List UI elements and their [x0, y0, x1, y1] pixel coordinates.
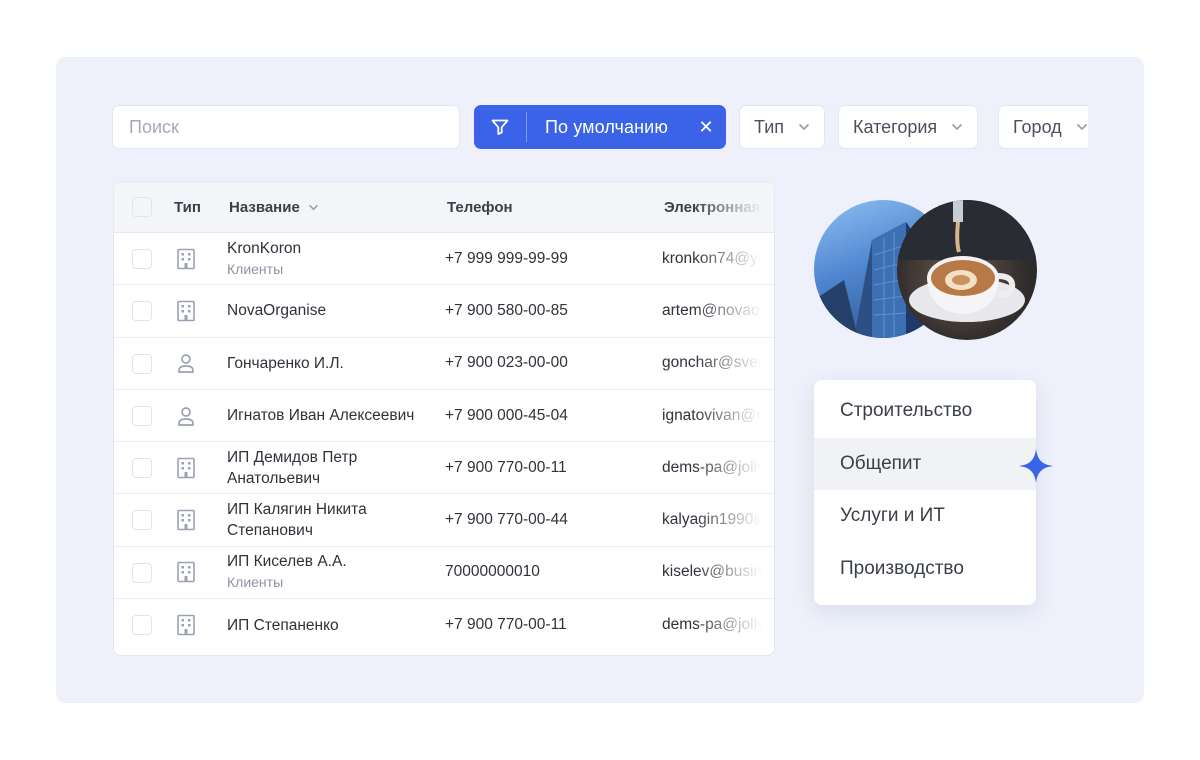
building-icon: [174, 233, 198, 284]
contacts-table: Тип Название Телефон Электронная KronKor…: [113, 181, 775, 656]
person-icon: [174, 390, 198, 441]
row-checkbox[interactable]: [132, 615, 152, 636]
coffee-latte-photo: [897, 200, 1037, 340]
category-menu: Строительство Общепит Услуги и ИТ Производс…: [814, 380, 1053, 605]
contact-subtitle: Степанович: [227, 522, 313, 540]
category-option[interactable]: Производство: [814, 543, 1036, 596]
contact-name: Гончаренко И.Л.: [227, 354, 344, 372]
contact-subtitle: Анатольевич: [227, 469, 321, 487]
phone-cell: +7 900 770-00-11: [445, 616, 567, 634]
category-dropdown[interactable]: Категория: [838, 105, 979, 149]
building-icon: [174, 547, 198, 598]
email-cell: gonchar@sverl: [662, 354, 767, 372]
column-name[interactable]: Название: [229, 182, 319, 233]
contact-name-cell[interactable]: Игнатов Иван Алексеевич: [227, 390, 414, 441]
email-cell: ignatovivan@m: [662, 406, 770, 424]
contact-name: ИП Степаненко: [227, 616, 339, 634]
contact-name-cell[interactable]: ИП Степаненко: [227, 599, 339, 651]
column-phone: Телефон: [447, 199, 513, 216]
select-all-checkbox[interactable]: [132, 197, 152, 217]
contact-name-cell[interactable]: ИП Киселев А.А. Клиенты: [227, 547, 347, 598]
contact-subtitle: Клиенты: [227, 260, 284, 277]
sparkle-icon: [1017, 447, 1055, 485]
content-panel: По умолчанию ✕ Тип Категория Город Тип: [56, 57, 1144, 703]
building-icon: [174, 285, 198, 336]
building-icon: [174, 442, 198, 493]
email-cell: kiselev@busin: [662, 563, 763, 581]
email-cell: kronkon74@ya: [662, 249, 767, 267]
row-checkbox[interactable]: [132, 458, 152, 479]
type-dropdown[interactable]: Тип: [739, 105, 826, 149]
row-checkbox[interactable]: [132, 405, 152, 426]
person-icon: [174, 338, 198, 389]
city-dropdown-label: Город: [1013, 116, 1062, 137]
close-icon[interactable]: ✕: [686, 105, 726, 149]
column-type: Тип: [174, 199, 201, 216]
table-row[interactable]: ИП Демидов Петр Анатольевич +7 900 770-00-…: [114, 442, 774, 495]
chevron-down-icon: [1076, 121, 1088, 133]
row-checkbox[interactable]: [132, 249, 152, 269]
filter-label: По умолчанию: [545, 116, 668, 137]
contact-name: KronKoron: [227, 239, 302, 257]
table-row[interactable]: ИП Киселев А.А. Клиенты 70000000010 kiselev…: [114, 546, 774, 600]
phone-cell: +7 999 999-99-99: [445, 249, 568, 267]
category-option[interactable]: Общепит: [814, 437, 1036, 490]
email-cell: dems-pa@jollyv: [662, 616, 773, 634]
contact-name: ИП Калягин Никита: [227, 501, 367, 519]
contact-name-cell[interactable]: NovaOrganise: [227, 285, 326, 336]
contact-name-cell[interactable]: Гончаренко И.Л.: [227, 338, 344, 389]
chevron-down-icon: [308, 204, 319, 211]
table-row[interactable]: ИП Калягин Никита Степанович +7 900 770-00…: [114, 494, 774, 547]
table-row[interactable]: Гончаренко И.Л. +7 900 023-00-00 gonchar@s…: [114, 337, 774, 390]
email-cell: kalyagin1990@: [662, 511, 770, 529]
contact-name-cell[interactable]: KronKoron Клиенты: [227, 233, 301, 284]
category-option[interactable]: Услуги и ИТ: [814, 490, 1036, 543]
contact-subtitle: Клиенты: [227, 574, 284, 591]
chevron-down-icon: [951, 121, 963, 133]
table-row[interactable]: ИП Степаненко +7 900 770-00-11 dems-pa@jol…: [114, 599, 774, 652]
phone-cell: +7 900 000-45-04: [445, 406, 568, 424]
column-email: Электронная: [664, 199, 761, 216]
building-icon: [174, 494, 198, 545]
table-header: Тип Название Телефон Электронная: [114, 182, 774, 233]
row-checkbox[interactable]: [132, 510, 152, 531]
table-row[interactable]: NovaOrganise +7 900 580-00-85 artem@novaor: [114, 285, 774, 338]
city-dropdown[interactable]: Город: [998, 105, 1088, 149]
category-dropdown-label: Категория: [853, 116, 938, 137]
row-checkbox[interactable]: [132, 562, 152, 583]
contact-name: ИП Демидов Петр: [227, 448, 358, 466]
column-name-label: Название: [229, 199, 300, 216]
chevron-down-icon: [798, 121, 810, 133]
funnel-icon: [474, 105, 526, 149]
phone-cell: +7 900 580-00-85: [445, 301, 568, 319]
contact-name: ИП Киселев А.А.: [227, 553, 347, 571]
email-cell: artem@novaor: [662, 301, 765, 319]
category-option[interactable]: Строительство: [814, 385, 1036, 438]
row-checkbox[interactable]: [132, 353, 152, 374]
building-icon: [174, 599, 198, 651]
contact-name-cell[interactable]: ИП Калягин Никита Степанович: [227, 494, 367, 545]
contact-name-cell[interactable]: ИП Демидов Петр Анатольевич: [227, 442, 357, 493]
table-row[interactable]: Игнатов Иван Алексеевич +7 900 000-45-04 i…: [114, 389, 774, 443]
phone-cell: +7 900 023-00-00: [445, 354, 568, 372]
phone-cell: +7 900 770-00-44: [445, 511, 568, 529]
filter-toolbar: По умолчанию ✕ Тип Категория Город: [112, 105, 1088, 149]
contact-name: Игнатов Иван Алексеевич: [227, 407, 415, 425]
contact-name: NovaOrganise: [227, 302, 327, 320]
category-list: Строительство Общепит Услуги и ИТ Производс…: [814, 385, 1036, 595]
preset-filter-button[interactable]: По умолчанию ✕: [474, 105, 726, 149]
phone-cell: 70000000010: [445, 563, 540, 581]
table-row[interactable]: KronKoron Клиенты +7 999 999-99-99 kronkon7…: [114, 233, 774, 286]
table-body: KronKoron Клиенты +7 999 999-99-99 kronkon7…: [114, 233, 774, 652]
phone-cell: +7 900 770-00-11: [445, 458, 567, 476]
search-input[interactable]: [112, 105, 460, 149]
email-cell: dems-pa@jolly: [662, 458, 765, 476]
row-checkbox[interactable]: [132, 301, 152, 322]
type-dropdown-label: Тип: [754, 116, 785, 137]
